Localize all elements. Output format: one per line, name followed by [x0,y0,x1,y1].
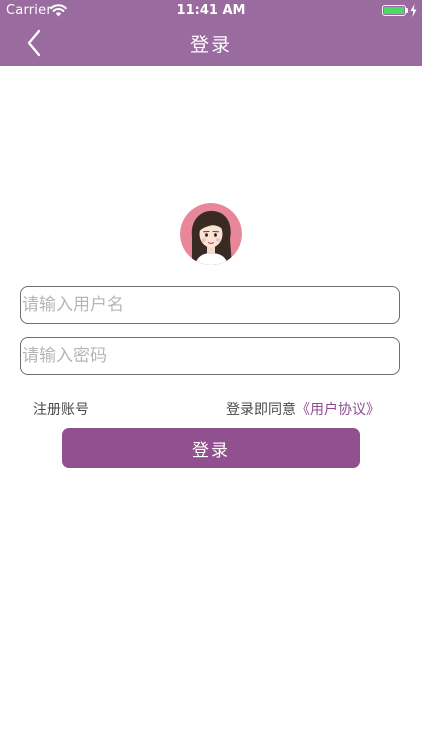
user-agreement-link[interactable]: 《用户协议》 [296,402,380,418]
charging-bolt-icon [410,4,417,17]
status-bar: Carrier 11:41 AM [0,0,422,22]
navigation-bar: Carrier 11:41 AM 登录 [0,0,422,66]
agreement-prefix: 登录即同意 [226,402,296,418]
username-input[interactable] [20,286,400,324]
battery-tip [406,8,408,13]
girl-avatar-icon [180,203,242,265]
page-title: 登录 [189,34,232,56]
password-input[interactable] [20,337,400,375]
register-link[interactable]: 注册账号 [33,399,89,419]
battery-level [384,7,404,14]
login-button[interactable]: 登录 [62,428,360,468]
agreement-text: 登录即同意《用户协议》 [226,399,380,419]
battery-icon [382,5,406,16]
status-time: 11:41 AM [176,3,246,18]
